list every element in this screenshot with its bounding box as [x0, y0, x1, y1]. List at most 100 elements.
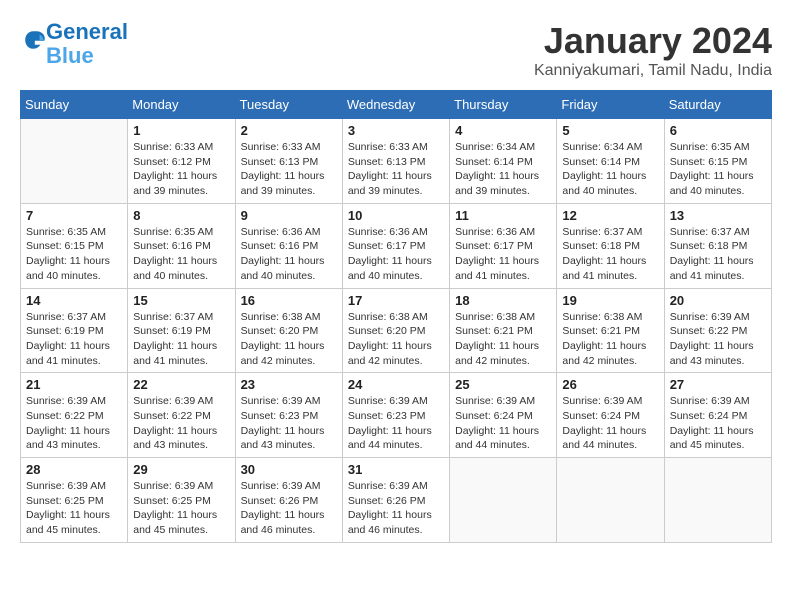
table-row: 3 Sunrise: 6:33 AMSunset: 6:13 PMDayligh… [342, 119, 449, 204]
table-row: 9 Sunrise: 6:36 AMSunset: 6:16 PMDayligh… [235, 203, 342, 288]
table-row: 7 Sunrise: 6:35 AMSunset: 6:15 PMDayligh… [21, 203, 128, 288]
day-detail: Sunrise: 6:39 AMSunset: 6:24 PMDaylight:… [670, 394, 766, 453]
header-thursday: Thursday [450, 91, 557, 119]
table-row: 5 Sunrise: 6:34 AMSunset: 6:14 PMDayligh… [557, 119, 664, 204]
table-row: 4 Sunrise: 6:34 AMSunset: 6:14 PMDayligh… [450, 119, 557, 204]
day-detail: Sunrise: 6:37 AMSunset: 6:19 PMDaylight:… [26, 310, 122, 369]
table-row: 30 Sunrise: 6:39 AMSunset: 6:26 PMDaylig… [235, 458, 342, 543]
day-number: 1 [133, 123, 229, 138]
day-number: 13 [670, 208, 766, 223]
day-detail: Sunrise: 6:39 AMSunset: 6:26 PMDaylight:… [348, 479, 444, 538]
table-row: 28 Sunrise: 6:39 AMSunset: 6:25 PMDaylig… [21, 458, 128, 543]
calendar-table: Sunday Monday Tuesday Wednesday Thursday… [20, 90, 772, 543]
day-detail: Sunrise: 6:34 AMSunset: 6:14 PMDaylight:… [562, 140, 658, 199]
month-title: January 2024 [534, 20, 772, 62]
table-row: 18 Sunrise: 6:38 AMSunset: 6:21 PMDaylig… [450, 288, 557, 373]
day-number: 5 [562, 123, 658, 138]
day-detail: Sunrise: 6:39 AMSunset: 6:25 PMDaylight:… [26, 479, 122, 538]
calendar-week-row: 14 Sunrise: 6:37 AMSunset: 6:19 PMDaylig… [21, 288, 772, 373]
day-detail: Sunrise: 6:39 AMSunset: 6:23 PMDaylight:… [241, 394, 337, 453]
day-number: 4 [455, 123, 551, 138]
day-detail: Sunrise: 6:35 AMSunset: 6:16 PMDaylight:… [133, 225, 229, 284]
logo-icon [22, 28, 46, 52]
day-number: 17 [348, 293, 444, 308]
day-number: 18 [455, 293, 551, 308]
day-number: 31 [348, 462, 444, 477]
day-detail: Sunrise: 6:38 AMSunset: 6:21 PMDaylight:… [562, 310, 658, 369]
table-row: 22 Sunrise: 6:39 AMSunset: 6:22 PMDaylig… [128, 373, 235, 458]
day-number: 2 [241, 123, 337, 138]
table-row: 14 Sunrise: 6:37 AMSunset: 6:19 PMDaylig… [21, 288, 128, 373]
table-row: 21 Sunrise: 6:39 AMSunset: 6:22 PMDaylig… [21, 373, 128, 458]
day-detail: Sunrise: 6:39 AMSunset: 6:22 PMDaylight:… [133, 394, 229, 453]
logo: General Blue [20, 20, 128, 68]
day-number: 28 [26, 462, 122, 477]
day-detail: Sunrise: 6:39 AMSunset: 6:23 PMDaylight:… [348, 394, 444, 453]
calendar-week-row: 28 Sunrise: 6:39 AMSunset: 6:25 PMDaylig… [21, 458, 772, 543]
day-detail: Sunrise: 6:39 AMSunset: 6:22 PMDaylight:… [670, 310, 766, 369]
day-number: 16 [241, 293, 337, 308]
table-row: 10 Sunrise: 6:36 AMSunset: 6:17 PMDaylig… [342, 203, 449, 288]
day-number: 10 [348, 208, 444, 223]
table-row: 16 Sunrise: 6:38 AMSunset: 6:20 PMDaylig… [235, 288, 342, 373]
header-tuesday: Tuesday [235, 91, 342, 119]
header-friday: Friday [557, 91, 664, 119]
day-number: 3 [348, 123, 444, 138]
day-detail: Sunrise: 6:38 AMSunset: 6:20 PMDaylight:… [241, 310, 337, 369]
table-row: 17 Sunrise: 6:38 AMSunset: 6:20 PMDaylig… [342, 288, 449, 373]
header-sunday: Sunday [21, 91, 128, 119]
table-row [21, 119, 128, 204]
day-number: 6 [670, 123, 766, 138]
page-header: General Blue January 2024 Kanniyakumari,… [20, 20, 772, 80]
table-row: 2 Sunrise: 6:33 AMSunset: 6:13 PMDayligh… [235, 119, 342, 204]
day-number: 21 [26, 377, 122, 392]
location-subtitle: Kanniyakumari, Tamil Nadu, India [534, 62, 772, 80]
table-row: 12 Sunrise: 6:37 AMSunset: 6:18 PMDaylig… [557, 203, 664, 288]
table-row: 24 Sunrise: 6:39 AMSunset: 6:23 PMDaylig… [342, 373, 449, 458]
table-row: 23 Sunrise: 6:39 AMSunset: 6:23 PMDaylig… [235, 373, 342, 458]
day-detail: Sunrise: 6:39 AMSunset: 6:25 PMDaylight:… [133, 479, 229, 538]
day-number: 29 [133, 462, 229, 477]
calendar-header-row: Sunday Monday Tuesday Wednesday Thursday… [21, 91, 772, 119]
table-row [557, 458, 664, 543]
day-number: 30 [241, 462, 337, 477]
header-wednesday: Wednesday [342, 91, 449, 119]
day-detail: Sunrise: 6:38 AMSunset: 6:21 PMDaylight:… [455, 310, 551, 369]
table-row: 25 Sunrise: 6:39 AMSunset: 6:24 PMDaylig… [450, 373, 557, 458]
day-number: 23 [241, 377, 337, 392]
table-row [450, 458, 557, 543]
table-row: 31 Sunrise: 6:39 AMSunset: 6:26 PMDaylig… [342, 458, 449, 543]
table-row: 6 Sunrise: 6:35 AMSunset: 6:15 PMDayligh… [664, 119, 771, 204]
day-detail: Sunrise: 6:34 AMSunset: 6:14 PMDaylight:… [455, 140, 551, 199]
day-number: 12 [562, 208, 658, 223]
header-monday: Monday [128, 91, 235, 119]
calendar-week-row: 7 Sunrise: 6:35 AMSunset: 6:15 PMDayligh… [21, 203, 772, 288]
day-detail: Sunrise: 6:39 AMSunset: 6:24 PMDaylight:… [455, 394, 551, 453]
day-number: 27 [670, 377, 766, 392]
table-row: 19 Sunrise: 6:38 AMSunset: 6:21 PMDaylig… [557, 288, 664, 373]
day-number: 22 [133, 377, 229, 392]
day-detail: Sunrise: 6:36 AMSunset: 6:17 PMDaylight:… [455, 225, 551, 284]
day-number: 14 [26, 293, 122, 308]
day-detail: Sunrise: 6:37 AMSunset: 6:18 PMDaylight:… [670, 225, 766, 284]
day-detail: Sunrise: 6:36 AMSunset: 6:16 PMDaylight:… [241, 225, 337, 284]
table-row: 20 Sunrise: 6:39 AMSunset: 6:22 PMDaylig… [664, 288, 771, 373]
logo-text: General Blue [46, 20, 128, 68]
day-detail: Sunrise: 6:39 AMSunset: 6:24 PMDaylight:… [562, 394, 658, 453]
day-number: 15 [133, 293, 229, 308]
day-number: 24 [348, 377, 444, 392]
table-row: 27 Sunrise: 6:39 AMSunset: 6:24 PMDaylig… [664, 373, 771, 458]
table-row: 13 Sunrise: 6:37 AMSunset: 6:18 PMDaylig… [664, 203, 771, 288]
day-detail: Sunrise: 6:33 AMSunset: 6:12 PMDaylight:… [133, 140, 229, 199]
day-detail: Sunrise: 6:36 AMSunset: 6:17 PMDaylight:… [348, 225, 444, 284]
day-detail: Sunrise: 6:33 AMSunset: 6:13 PMDaylight:… [241, 140, 337, 199]
day-number: 25 [455, 377, 551, 392]
day-number: 11 [455, 208, 551, 223]
day-detail: Sunrise: 6:33 AMSunset: 6:13 PMDaylight:… [348, 140, 444, 199]
day-detail: Sunrise: 6:37 AMSunset: 6:18 PMDaylight:… [562, 225, 658, 284]
table-row: 15 Sunrise: 6:37 AMSunset: 6:19 PMDaylig… [128, 288, 235, 373]
day-number: 9 [241, 208, 337, 223]
day-detail: Sunrise: 6:39 AMSunset: 6:22 PMDaylight:… [26, 394, 122, 453]
title-section: January 2024 Kanniyakumari, Tamil Nadu, … [534, 20, 772, 80]
table-row: 1 Sunrise: 6:33 AMSunset: 6:12 PMDayligh… [128, 119, 235, 204]
